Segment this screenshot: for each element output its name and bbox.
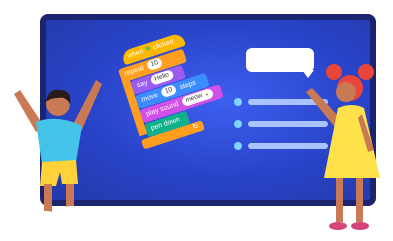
boy-illustration bbox=[14, 80, 102, 219]
block-label: move bbox=[140, 91, 160, 104]
block-label: steps bbox=[178, 79, 197, 92]
chevron-down-icon: ⌄ bbox=[202, 89, 211, 99]
block-value: meow bbox=[184, 92, 204, 105]
block-label: when bbox=[126, 48, 145, 60]
block-label: say bbox=[135, 79, 149, 90]
bullet-dot bbox=[234, 98, 242, 106]
block-label: repeat bbox=[123, 64, 145, 78]
block-label: clicked bbox=[152, 38, 175, 52]
block-value: 10 bbox=[160, 84, 178, 99]
boy-figure bbox=[14, 80, 102, 219]
loop-arrow-icon: ↻ bbox=[191, 122, 200, 132]
block-value: 10 bbox=[145, 57, 164, 72]
bullet-dot bbox=[234, 120, 242, 128]
girl-illustration bbox=[306, 64, 380, 230]
green-flag-icon: ⚑ bbox=[144, 45, 153, 55]
girl-figure bbox=[306, 64, 380, 230]
coding-illustration: when ⚑ clicked repeat 10 say Hello move … bbox=[0, 0, 393, 241]
